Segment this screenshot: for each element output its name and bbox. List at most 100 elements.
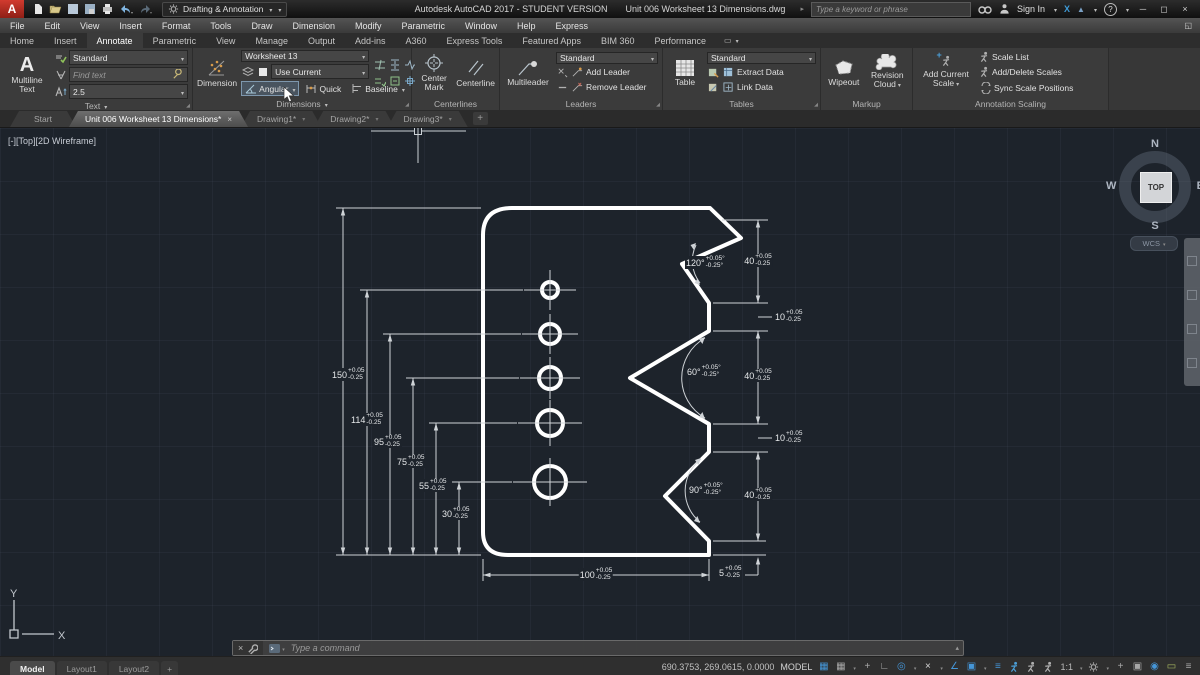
dim-bottom-5[interactable]: 5+0.05-0.25 xyxy=(718,566,742,579)
command-wrench-icon[interactable] xyxy=(247,643,258,654)
command-close-icon[interactable]: × xyxy=(238,643,243,653)
multiline-text-button[interactable]: A Multiline Text xyxy=(4,55,50,94)
menu-view[interactable]: View xyxy=(70,18,109,33)
tab-express-tools[interactable]: Express Tools xyxy=(437,33,513,48)
menu-modify[interactable]: Modify xyxy=(345,18,392,33)
tables-panel-launcher-icon[interactable]: ◢ xyxy=(814,102,818,108)
tab-parametric[interactable]: Parametric xyxy=(143,33,207,48)
leader-collect-icon[interactable] xyxy=(556,66,569,79)
close-button[interactable]: × xyxy=(1178,4,1192,14)
dim-left-150[interactable]: 150+0.05-0.25 xyxy=(331,368,365,381)
remove-leader-button[interactable]: Remove Leader xyxy=(586,82,646,92)
save-as-icon[interactable] xyxy=(84,3,96,15)
view-cube-south[interactable]: S xyxy=(1110,220,1200,232)
menu-file[interactable]: File xyxy=(0,18,35,33)
dim-angle-90[interactable]: 90°+0.05°-0.25° xyxy=(688,483,724,496)
dim-angle-120[interactable]: 120°+0.05°-0.25° xyxy=(685,256,726,269)
wipeout-button[interactable]: Wipeout xyxy=(825,59,863,87)
add-delete-scales-button[interactable]: Add/Delete Scales xyxy=(992,67,1062,77)
view-cube-west[interactable]: W xyxy=(1106,180,1116,192)
maximize-button[interactable]: ◻ xyxy=(1157,4,1171,15)
add-leader-button[interactable]: Add Leader xyxy=(586,67,630,77)
file-tab-close-icon[interactable]: × xyxy=(227,115,232,124)
isodraft-caret-icon[interactable] xyxy=(939,662,943,672)
tab-a360[interactable]: A360 xyxy=(396,33,437,48)
polar-caret-icon[interactable] xyxy=(913,662,917,672)
exchange-apps-icon[interactable]: X xyxy=(1064,4,1070,14)
tab-home[interactable]: Home xyxy=(0,33,44,48)
text-style-select[interactable]: Standard xyxy=(69,50,188,65)
view-cube[interactable]: N W E S TOP xyxy=(1110,140,1200,230)
command-line[interactable]: × Type a command ▴ xyxy=(232,640,964,656)
doc-restore-button[interactable]: ◱ xyxy=(1184,21,1192,30)
layout1-tab[interactable]: Layout1 xyxy=(57,661,107,675)
workspace-switcher[interactable]: Drafting & Annotation xyxy=(162,2,287,17)
workspace-switching-gear-icon[interactable] xyxy=(1088,661,1099,673)
dim-left-55[interactable]: 55+0.05-0.25 xyxy=(418,479,447,492)
leader-remove-collect-icon[interactable] xyxy=(556,81,569,94)
isolate-objects-icon[interactable]: ▣ xyxy=(1132,661,1143,672)
annotation-scale-caret-icon[interactable] xyxy=(1079,662,1083,672)
grid-icon[interactable]: ▦ xyxy=(818,661,829,672)
file-tab-drawing1[interactable]: Drawing1*▾ xyxy=(241,111,321,127)
clean-screen-icon[interactable]: ▭ xyxy=(1166,661,1177,672)
tab-addins[interactable]: Add-ins xyxy=(345,33,396,48)
help-icon[interactable]: ? xyxy=(1104,3,1117,16)
sync-scale-positions-button[interactable]: Sync Scale Positions xyxy=(994,83,1073,93)
dim-right-40-middle[interactable]: 40+0.05-0.25 xyxy=(743,369,772,382)
nav-steering-wheel-icon[interactable] xyxy=(1187,358,1197,368)
multileader-button[interactable]: Multileader xyxy=(504,59,552,87)
add-current-scale-button[interactable]: + Add Current Scale xyxy=(917,55,975,90)
panel-label-tables[interactable]: Tables ◢ xyxy=(663,97,820,110)
text-panel-launcher-icon[interactable]: ◢ xyxy=(186,103,190,109)
menu-window[interactable]: Window xyxy=(455,18,507,33)
tab-featured-apps[interactable]: Featured Apps xyxy=(512,33,591,48)
sign-in-button[interactable]: Sign In xyxy=(1017,4,1045,14)
nav-pan-icon[interactable] xyxy=(1187,256,1197,266)
a360-icon[interactable]: ▲ xyxy=(1077,5,1085,14)
link-data-button[interactable]: Link Data xyxy=(737,82,773,92)
extract-data-button[interactable]: Extract Data xyxy=(737,67,784,77)
annotation-scale-icon[interactable] xyxy=(1043,661,1054,673)
snap-caret-icon[interactable] xyxy=(852,662,856,672)
file-tab-drawing3[interactable]: Drawing3*▾ xyxy=(387,111,467,127)
object-snap-caret-icon[interactable] xyxy=(983,662,987,672)
recent-commands-icon[interactable] xyxy=(268,643,281,654)
menu-express[interactable]: Express xyxy=(546,18,599,33)
dimensions-panel-launcher-icon[interactable]: ◢ xyxy=(405,102,409,108)
table-button[interactable]: Table xyxy=(667,59,703,87)
panel-label-dimensions[interactable]: Dimensions ◢ xyxy=(193,98,411,110)
menu-tools[interactable]: Tools xyxy=(200,18,241,33)
model-paper-toggle[interactable]: MODEL xyxy=(780,662,812,672)
menu-edit[interactable]: Edit xyxy=(35,18,71,33)
center-mark-button[interactable]: Center Mark xyxy=(416,53,452,92)
redo-icon[interactable] xyxy=(138,3,152,15)
ortho-icon[interactable]: ∟ xyxy=(879,661,890,672)
autocad-logo-button[interactable]: A xyxy=(0,0,24,18)
polar-tracking-icon[interactable]: ◎ xyxy=(896,661,907,672)
ucs-icon[interactable]: Y X xyxy=(10,588,66,642)
navigation-bar[interactable] xyxy=(1184,238,1200,386)
coordinates-readout[interactable]: 690.3753, 269.0615, 0.0000 xyxy=(662,662,775,672)
nav-orbit-icon[interactable] xyxy=(1187,324,1197,334)
table-style-select[interactable]: Standard xyxy=(707,52,816,64)
view-cube-east[interactable]: E xyxy=(1197,180,1200,192)
leaders-panel-launcher-icon[interactable]: ◢ xyxy=(656,102,660,108)
plot-icon[interactable] xyxy=(101,3,114,15)
adjust-spacing-icon[interactable] xyxy=(388,59,401,72)
search-expander-icon[interactable]: ▸ xyxy=(800,5,804,13)
view-cube-north[interactable]: N xyxy=(1110,138,1200,150)
dim-layer-select[interactable]: Use Current xyxy=(271,64,369,79)
find-text-input[interactable]: Find text xyxy=(69,67,188,82)
menu-parametric[interactable]: Parametric xyxy=(392,18,456,33)
save-icon[interactable] xyxy=(67,3,79,15)
undo-icon[interactable] xyxy=(119,3,133,15)
new-drawing-tab-button[interactable]: + xyxy=(473,112,488,125)
dimension-button[interactable]: Dimension xyxy=(197,58,237,88)
nav-zoom-icon[interactable] xyxy=(1187,290,1197,300)
menu-insert[interactable]: Insert xyxy=(109,18,152,33)
leader-style-select[interactable]: Standard xyxy=(556,52,658,64)
auto-scale-icon[interactable] xyxy=(1026,661,1037,673)
tab-view[interactable]: View xyxy=(206,33,245,48)
ribbon-display-toggle[interactable]: ▭ xyxy=(716,33,747,48)
